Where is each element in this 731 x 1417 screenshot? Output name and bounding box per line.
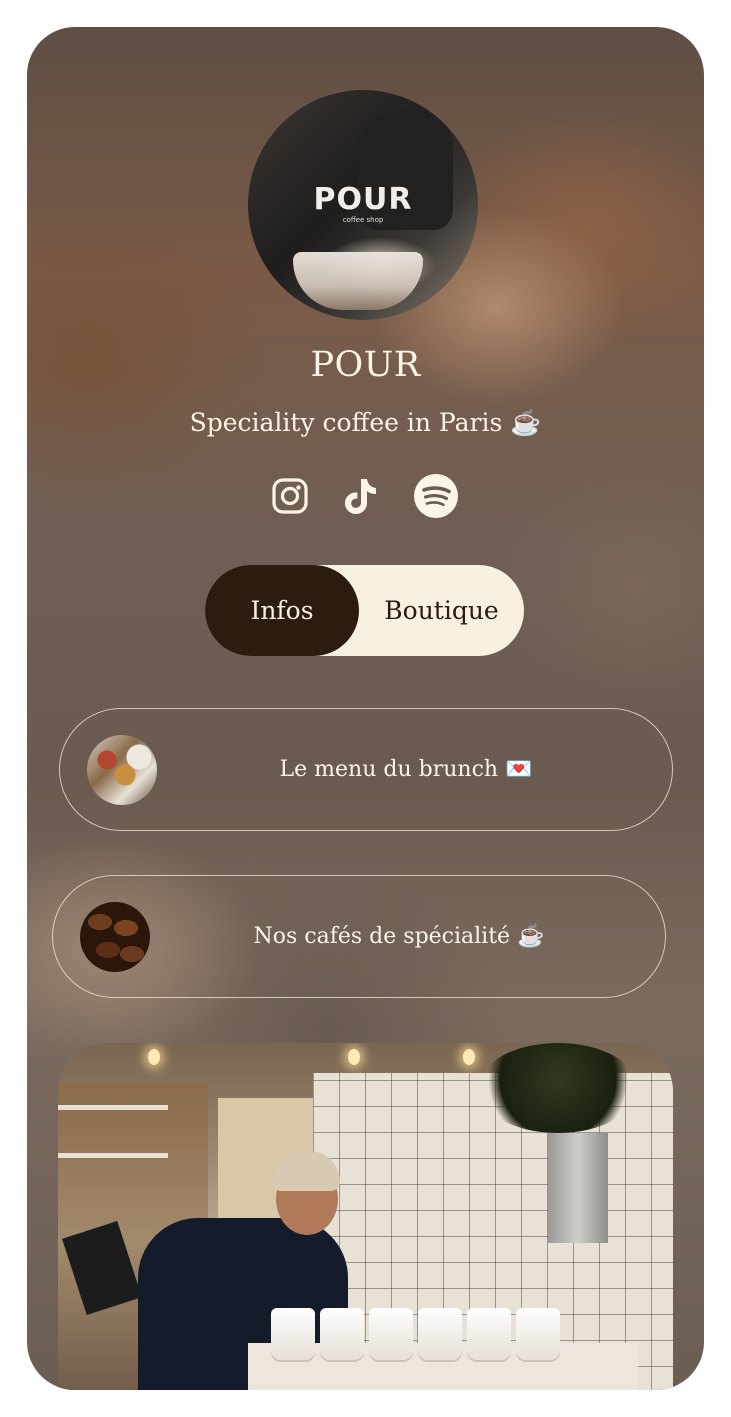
profile-avatar: POUR coffee shop: [248, 90, 478, 320]
photo-cup: [320, 1308, 364, 1360]
photo-cup: [418, 1308, 462, 1360]
link-in-bio-page: POUR coffee shop POUR Speciality coffee …: [27, 27, 704, 1390]
brunch-thumbnail: [87, 735, 157, 805]
profile-name: POUR: [310, 345, 421, 385]
cafe-photo: [58, 1043, 673, 1390]
instagram-icon[interactable]: [267, 473, 313, 519]
photo-cup: [271, 1308, 315, 1360]
spotify-icon[interactable]: [413, 473, 459, 519]
tab-boutique[interactable]: Boutique: [359, 565, 524, 656]
photo-espresso-machine: [548, 1133, 608, 1243]
photo-shelf: [58, 1105, 168, 1110]
photo-cup: [369, 1308, 413, 1360]
link-brunch-menu[interactable]: Le menu du brunch 💌: [59, 708, 673, 831]
photo-light-bulb: [148, 1049, 160, 1065]
link-label: Nos cafés de spécialité ☕: [253, 923, 545, 949]
social-links: [267, 473, 467, 521]
photo-cup: [467, 1308, 511, 1360]
photo-shelf: [58, 1153, 168, 1158]
avatar-logo-sub: coffee shop: [342, 216, 384, 224]
link-specialty-coffees[interactable]: Nos cafés de spécialité ☕: [52, 875, 666, 998]
tab-infos[interactable]: Infos: [205, 565, 359, 656]
profile-tagline: Speciality coffee in Paris ☕: [189, 408, 542, 437]
photo-cup: [516, 1308, 560, 1360]
photo-light-bulb: [348, 1049, 360, 1065]
avatar-logo: POUR: [313, 182, 413, 217]
photo-plant: [478, 1043, 638, 1133]
photo-light-bulb: [463, 1049, 475, 1065]
coffee-dripper-image: [293, 252, 423, 310]
tiktok-icon[interactable]: [339, 473, 385, 519]
section-toggle: Infos Boutique: [205, 565, 524, 656]
link-label: Le menu du brunch 💌: [279, 756, 533, 782]
coffee-beans-thumbnail: [80, 902, 150, 972]
